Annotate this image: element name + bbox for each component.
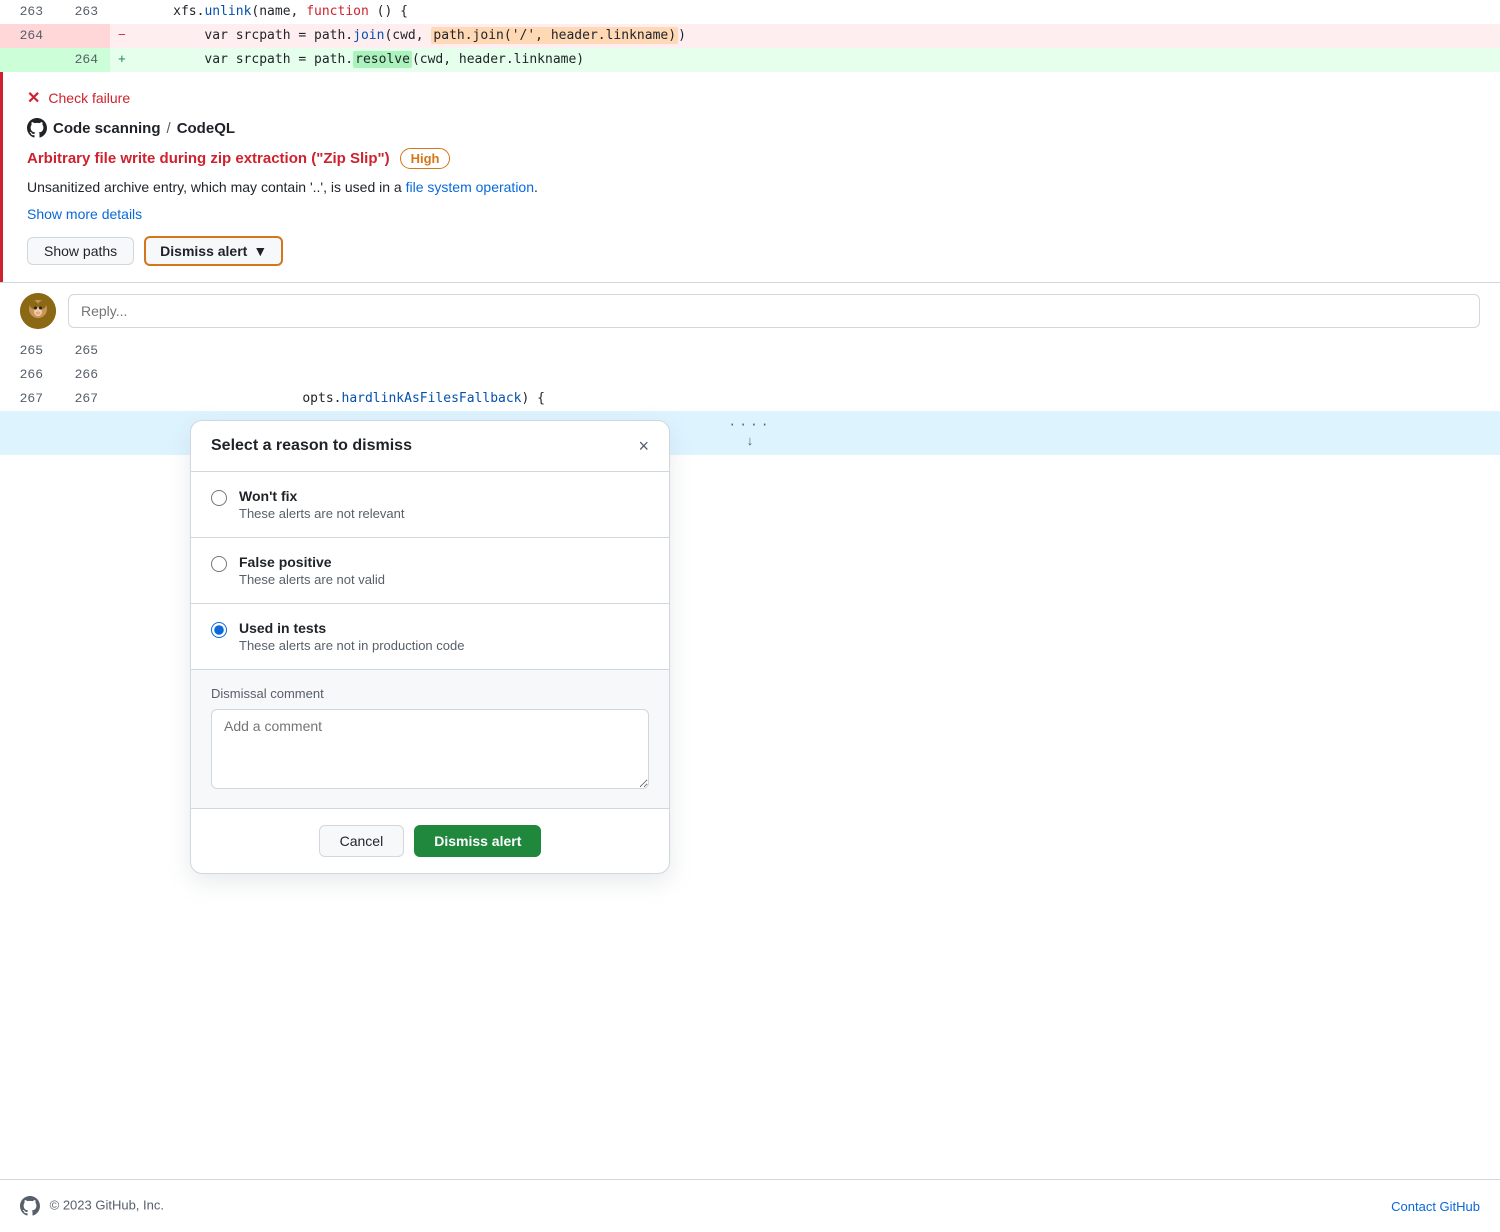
comment-textarea[interactable]: [211, 709, 649, 789]
modal-title: Select a reason to dismiss: [211, 437, 412, 455]
radio-false-positive[interactable]: [211, 556, 227, 572]
cancel-button[interactable]: Cancel: [319, 825, 405, 857]
radio-wont-fix-label: Won't fix: [239, 488, 404, 504]
radio-option-used-in-tests[interactable]: Used in tests These alerts are not in pr…: [191, 604, 669, 669]
radio-option-wont-fix[interactable]: Won't fix These alerts are not relevant: [191, 472, 669, 538]
modal-header: Select a reason to dismiss ×: [191, 421, 669, 472]
modal-close-button[interactable]: ×: [638, 437, 649, 455]
modal-overlay: Select a reason to dismiss × Won't fix T…: [0, 0, 1500, 1232]
radio-used-in-tests[interactable]: [211, 622, 227, 638]
radio-wont-fix[interactable]: [211, 490, 227, 506]
radio-used-in-tests-desc: These alerts are not in production code: [239, 638, 464, 653]
radio-wont-fix-desc: These alerts are not relevant: [239, 506, 404, 521]
radio-false-positive-label: False positive: [239, 554, 385, 570]
radio-false-positive-desc: These alerts are not valid: [239, 572, 385, 587]
comment-section: Dismissal comment: [191, 669, 669, 808]
comment-label: Dismissal comment: [211, 686, 649, 701]
modal-footer: Cancel Dismiss alert: [191, 808, 669, 873]
modal-body: Won't fix These alerts are not relevant …: [191, 472, 669, 669]
radio-used-in-tests-label: Used in tests: [239, 620, 464, 636]
dismiss-confirm-button[interactable]: Dismiss alert: [414, 825, 541, 857]
radio-option-false-positive[interactable]: False positive These alerts are not vali…: [191, 538, 669, 604]
dismiss-modal: Select a reason to dismiss × Won't fix T…: [190, 420, 670, 874]
